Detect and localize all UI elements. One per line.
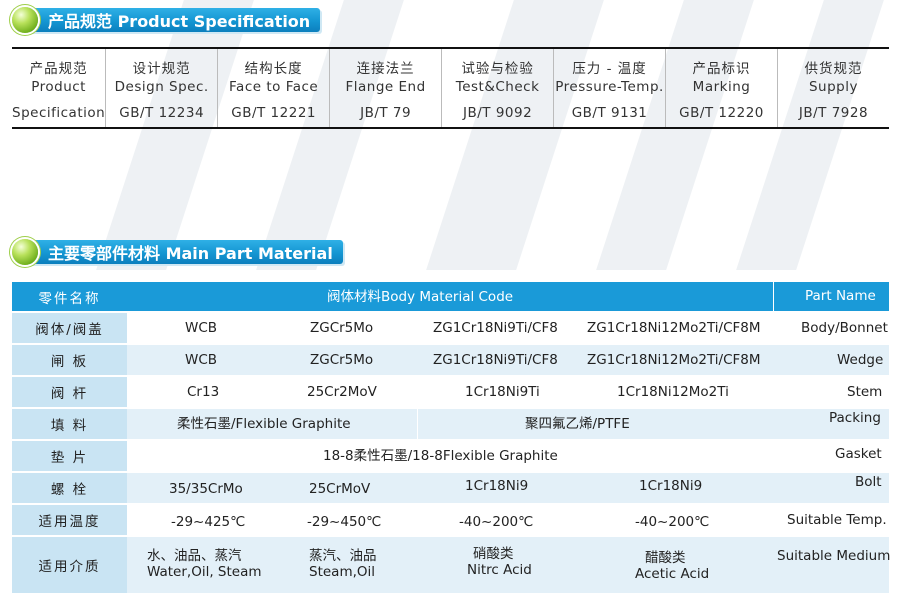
bullet-ball-icon — [12, 239, 38, 265]
material-cell: 1Cr18Ni9 — [465, 478, 529, 494]
table-row: 垫 片 18-8柔性石墨/18-8Flexible Graphite Gaske… — [12, 441, 889, 472]
row-label: 填 料 — [12, 409, 127, 440]
spec-col-zh: 试验与检验 — [461, 61, 534, 77]
spec-col-en: Supply — [808, 79, 858, 95]
material-cell: Acetic Acid — [635, 566, 710, 582]
material-cell: ZG1Cr18Ni9Ti/CF8 — [433, 352, 558, 368]
spec-col-zh: 产品规范 — [29, 61, 88, 77]
material-cell: 蒸汽、油品 — [309, 548, 377, 564]
table-row: 填 料 柔性石墨/Flexible Graphite 聚四氟乙烯/PTFE Pa… — [12, 409, 889, 440]
material-cell: 18-8柔性石墨/18-8Flexible Graphite — [323, 448, 558, 464]
row-label: 螺 栓 — [12, 473, 127, 504]
spec-column: 产品规范 Product Specification — [12, 49, 105, 127]
material-cell: 柔性石墨/Flexible Graphite — [177, 416, 351, 432]
spec-col-en: Test&Check — [455, 79, 540, 95]
part-name-cell: Suitable Temp. — [787, 512, 887, 528]
spec-col-std: GB/T 9131 — [571, 105, 648, 121]
material-cell: -40~200℃ — [635, 514, 710, 530]
row-label: 适用介质 — [12, 537, 127, 594]
spec-column: 连接法兰 Flange End JB/T 79 — [329, 49, 441, 127]
table-row: 阀 杆 Cr13 25Cr2MoV 1Cr18Ni9Ti 1Cr18Ni12Mo… — [12, 377, 889, 408]
material-section-title: 主要零部件材料 Main Part Material — [30, 240, 343, 264]
spec-col-std: GB/T 12220 — [679, 105, 764, 121]
part-name-cell: Gasket — [835, 446, 882, 462]
spec-col-std: GB/T 12221 — [231, 105, 317, 121]
spec-col-zh: 结构长度 — [244, 61, 303, 77]
spec-bottom-rule — [12, 127, 889, 129]
material-cell: WCB — [185, 320, 218, 336]
material-cell: ZGCr5Mo — [310, 352, 374, 368]
spec-col-zh: 连接法兰 — [356, 61, 415, 77]
material-cell: Nitrc Acid — [467, 562, 532, 578]
material-cell: 醋酸类 — [645, 550, 686, 566]
row-label: 垫 片 — [12, 441, 127, 472]
spec-table: 产品规范 Product Specification 设计规范 Design S… — [12, 49, 889, 127]
bullet-ball-icon — [12, 7, 38, 33]
spec-col-std: JB/T 7928 — [798, 105, 869, 121]
material-cell: Cr13 — [187, 384, 220, 400]
material-section-header: 主要零部件材料 Main Part Material — [12, 237, 343, 267]
material-cell: ZG1Cr18Ni12Mo2Ti/CF8M — [587, 320, 761, 336]
row-label: 阀体/阀盖 — [12, 313, 127, 344]
spec-col-zh: 产品标识 — [692, 61, 751, 77]
table-row: 螺 栓 35/35CrMo 25CrMoV 1Cr18Ni9 1Cr18Ni9 … — [12, 473, 889, 504]
spec-col-std: JB/T 9092 — [462, 105, 533, 121]
spec-col-zh: 压力 - 温度 — [572, 61, 647, 77]
spec-col-en: Design Spec. — [114, 79, 209, 95]
row-label: 闸 板 — [12, 345, 127, 376]
material-cell: ZGCr5Mo — [310, 320, 374, 336]
material-cell: Steam,Oil — [309, 564, 376, 580]
spec-section-title: 产品规范 Product Specification — [30, 8, 321, 32]
material-cell: ZG1Cr18Ni12Mo2Ti/CF8M — [587, 352, 761, 368]
material-cell: -29~425℃ — [171, 514, 246, 530]
material-cell: 35/35CrMo — [169, 481, 243, 497]
material-cell: 硝酸类 — [473, 546, 514, 562]
part-name-cell: Suitable Medium — [777, 548, 891, 564]
part-name-zh-header: 零件名称 — [12, 282, 127, 312]
table-row: 阀体/阀盖 WCB ZGCr5Mo ZG1Cr18Ni9Ti/CF8 ZG1Cr… — [12, 313, 889, 344]
material-cell: 1Cr18Ni12Mo2Ti — [617, 384, 729, 400]
spec-column: 压力 - 温度 Pressure-Temp. GB/T 9131 — [553, 49, 665, 127]
spec-col-en: Marking — [692, 79, 751, 95]
material-cell: 水、油品、蒸汽 — [147, 548, 242, 564]
spec-column: 供货规范 Supply JB/T 7928 — [777, 49, 889, 127]
spec-col-zh: 设计规范 — [132, 61, 191, 77]
part-name-cell: Body/Bonnet — [801, 320, 888, 336]
table-row: 闸 板 WCB ZGCr5Mo ZG1Cr18Ni9Ti/CF8 ZG1Cr18… — [12, 345, 889, 376]
spec-column: 结构长度 Face to Face GB/T 12221 — [217, 49, 329, 127]
material-cell: 1Cr18Ni9 — [639, 478, 703, 494]
material-cell: WCB — [185, 352, 218, 368]
spec-column: 产品标识 Marking GB/T 12220 — [665, 49, 777, 127]
material-code-header: 阀体材料Body Material Code — [327, 289, 514, 305]
part-name-cell: Stem — [847, 384, 883, 400]
spec-col-zh: 供货规范 — [804, 61, 863, 77]
table-row: 适用温度 -29~425℃ -29~450℃ -40~200℃ -40~200℃… — [12, 505, 889, 536]
material-cell: 25CrMoV — [309, 481, 371, 497]
material-cell: -40~200℃ — [459, 514, 534, 530]
table-row: 适用介质 水、油品、蒸汽 Water,Oil, Steam 蒸汽、油品 Stea… — [12, 537, 891, 594]
part-name-cell: Bolt — [855, 474, 882, 490]
material-header-row: 零件名称 阀体材料Body Material Code Part Name — [12, 282, 889, 312]
part-name-cell: Wedge — [837, 352, 884, 368]
spec-col-en: Product — [31, 79, 86, 95]
material-cell: ZG1Cr18Ni9Ti/CF8 — [433, 320, 558, 336]
spec-col-std: Specification — [12, 105, 106, 121]
material-cell: -29~450℃ — [307, 514, 382, 530]
spec-col-std: JB/T 79 — [360, 105, 412, 121]
spec-col-en: Pressure-Temp. — [555, 79, 664, 95]
spec-col-en: Face to Face — [229, 79, 319, 95]
spec-column: 设计规范 Design Spec. GB/T 12234 — [105, 49, 217, 127]
spec-col-en: Flange End — [345, 79, 426, 95]
spec-column: 试验与检验 Test&Check JB/T 9092 — [441, 49, 553, 127]
material-cell: 聚四氟乙烯/PTFE — [525, 416, 630, 432]
material-cell: 1Cr18Ni9Ti — [465, 384, 540, 400]
material-cell: Water,Oil, Steam — [147, 564, 262, 580]
spec-section-header: 产品规范 Product Specification — [12, 5, 321, 35]
material-cell: 25Cr2MoV — [307, 384, 377, 400]
row-label: 阀 杆 — [12, 377, 127, 408]
part-name-en-header: Part Name — [805, 288, 876, 304]
spec-col-std: GB/T 12234 — [119, 105, 205, 121]
row-label: 适用温度 — [12, 505, 127, 536]
part-name-cell: Packing — [829, 410, 881, 426]
